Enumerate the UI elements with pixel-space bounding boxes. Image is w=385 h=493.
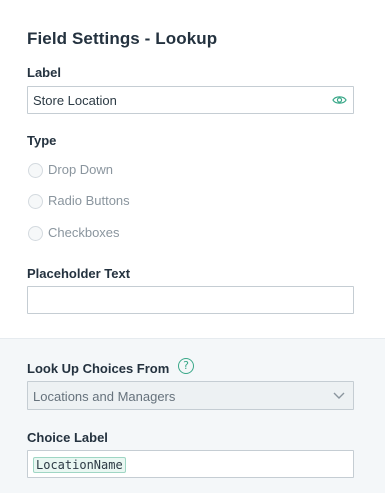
radio-label: Radio Buttons — [48, 193, 130, 208]
label-field-value: Store Location — [33, 93, 117, 108]
panel-title: Field Settings - Lookup — [27, 29, 218, 48]
label-heading: Label — [27, 65, 61, 80]
lookup-heading: Look Up Choices From — [27, 361, 170, 376]
radio-circle[interactable] — [28, 163, 43, 178]
eye-icon[interactable] — [332, 94, 347, 106]
choice-label-heading: Choice Label — [27, 430, 108, 445]
placeholder-heading: Placeholder Text — [27, 266, 131, 281]
field-token[interactable]: LocationName — [33, 457, 126, 473]
label-field[interactable]: Store Location — [27, 86, 354, 114]
radio-circle[interactable] — [28, 226, 43, 241]
chevron-down-icon — [333, 392, 345, 399]
lookup-source-value: Locations and Managers — [33, 389, 176, 404]
radio-label: Checkboxes — [48, 225, 120, 240]
radio-label: Drop Down — [48, 162, 114, 177]
radio-circle[interactable] — [28, 194, 43, 209]
type-heading: Type — [27, 133, 57, 148]
lookup-source-select[interactable]: Locations and Managers — [27, 381, 354, 410]
choice-label-field[interactable]: LocationName — [27, 450, 354, 478]
help-icon[interactable]: ? — [178, 358, 194, 374]
placeholder-field[interactable] — [27, 286, 354, 314]
